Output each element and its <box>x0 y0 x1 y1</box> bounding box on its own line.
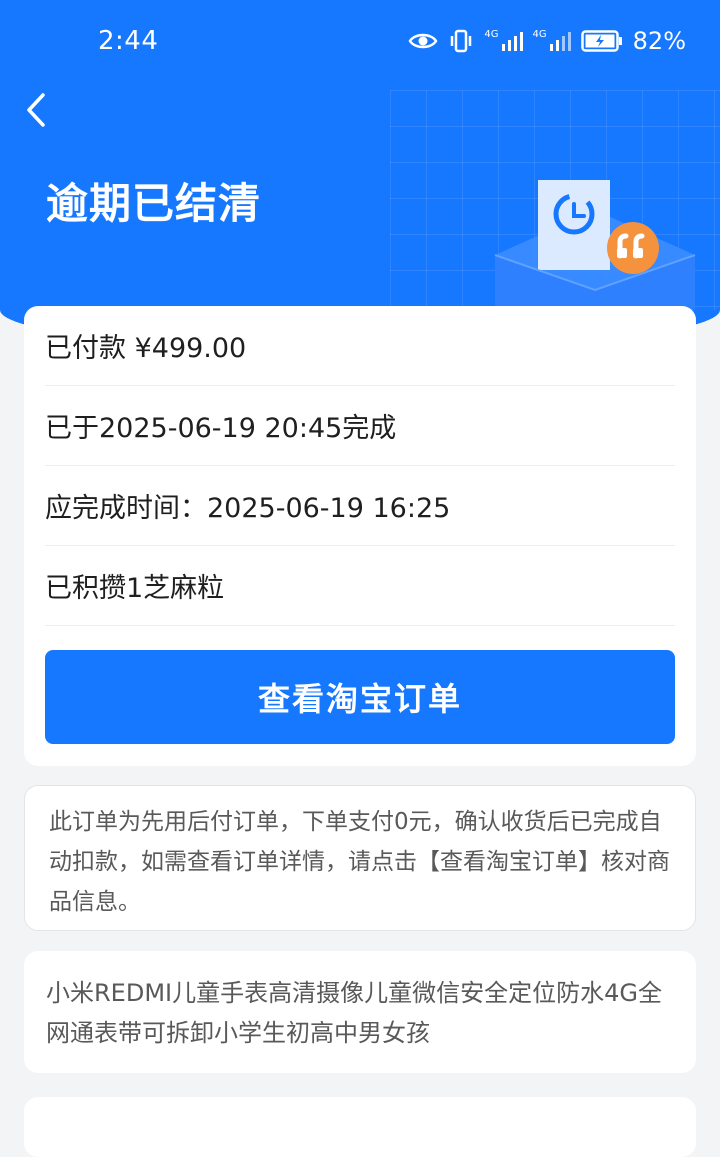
paid-text: 已付款 ¥499.00 <box>45 333 247 364</box>
order-summary-card: 已付款 ¥499.00 已于2025-06-19 20:45完成 应完成时间：2… <box>24 306 696 766</box>
battery-percent: 82% <box>632 27 686 55</box>
info-note-text: 此订单为先用后付订单，下单支付0元，确认收货后已完成自动扣款，如需查看订单详情，… <box>49 809 670 915</box>
view-taobao-order-button[interactable]: 查看淘宝订单 <box>45 650 675 744</box>
product-card[interactable]: 小米REDMI儿童手表高清摄像儿童微信安全定位防水4G全网通表带可拆卸小学生初高… <box>24 951 696 1073</box>
points-row: 已积攒1芝麻粒 <box>45 546 675 626</box>
due-time-row: 应完成时间：2025-06-19 16:25 <box>45 466 675 546</box>
next-card <box>24 1097 696 1157</box>
status-time: 2:44 <box>98 26 159 56</box>
paid-row: 已付款 ¥499.00 <box>45 306 675 386</box>
vibrate-icon <box>451 29 472 53</box>
completed-row: 已于2025-06-19 20:45完成 <box>45 386 675 466</box>
product-title: 小米REDMI儿童手表高清摄像儿童微信安全定位防水4G全网通表带可拆卸小学生初高… <box>46 979 662 1047</box>
chevron-left-icon <box>27 93 45 127</box>
envelope-clock-illustration <box>494 180 696 310</box>
due-time-text: 应完成时间：2025-06-19 16:25 <box>45 493 451 524</box>
back-button[interactable] <box>14 88 58 132</box>
status-icons: 4G 4G 82% <box>408 26 686 56</box>
network-label: 4G <box>532 29 547 40</box>
status-bar: 2:44 4G 4G 82% <box>0 0 720 84</box>
battery-icon <box>580 30 622 52</box>
signal-icon: 4G <box>533 30 571 52</box>
eye-icon <box>408 33 438 49</box>
network-label: 4G <box>484 29 499 40</box>
info-note-card: 此订单为先用后付订单，下单支付0元，确认收货后已完成自动扣款，如需查看订单详情，… <box>24 785 696 931</box>
completed-text: 已于2025-06-19 20:45完成 <box>45 413 397 444</box>
points-text: 已积攒1芝麻粒 <box>45 573 225 604</box>
page-title: 逾期已结清 <box>46 179 262 228</box>
signal-icon: 4G <box>484 29 523 52</box>
